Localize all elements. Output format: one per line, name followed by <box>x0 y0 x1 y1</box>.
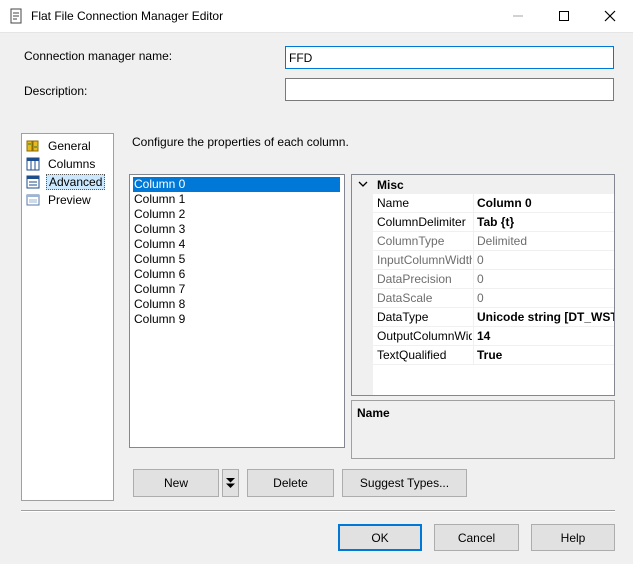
property-value: 0 <box>477 291 484 305</box>
property-value: 0 <box>477 253 484 267</box>
nav-label-preview: Preview <box>48 192 91 207</box>
minimize-button[interactable] <box>495 0 541 32</box>
property-description-title: Name <box>357 406 390 420</box>
cancel-button[interactable]: Cancel <box>434 524 519 551</box>
property-name: OutputColumnWidth <box>377 329 472 343</box>
minimize-icon <box>513 15 523 17</box>
property-value[interactable]: Column 0 <box>477 196 532 210</box>
property-row-outputcolumnwidth[interactable]: OutputColumnWidth 14 <box>373 327 614 346</box>
nav-item-advanced[interactable]: Advanced <box>26 173 106 190</box>
list-item[interactable]: Column 6 <box>133 267 340 282</box>
property-value[interactable]: Tab {t} <box>477 215 514 229</box>
property-category-label: Misc <box>377 178 404 192</box>
close-icon <box>604 10 616 22</box>
title-bar: Flat File Connection Manager Editor <box>0 0 633 33</box>
property-divider <box>473 213 474 232</box>
property-divider <box>473 232 474 251</box>
close-button[interactable] <box>587 0 633 32</box>
property-row-columndelimiter[interactable]: ColumnDelimiter Tab {t} <box>373 213 614 232</box>
page-nav: General Columns Advanced Preview <box>21 133 114 501</box>
property-value[interactable]: Unicode string [DT_WSTR] <box>477 310 614 324</box>
list-item[interactable]: Column 2 <box>133 207 340 222</box>
property-divider <box>473 251 474 270</box>
description-label: Description: <box>24 84 88 98</box>
nav-item-columns[interactable]: Columns <box>26 155 97 172</box>
property-divider <box>473 270 474 289</box>
nav-item-preview[interactable]: Preview <box>26 191 93 208</box>
advanced-icon <box>26 175 40 188</box>
suggest-types-button[interactable]: Suggest Types... <box>342 469 467 497</box>
property-row-datatype[interactable]: DataType Unicode string [DT_WSTR] <box>373 308 614 327</box>
property-name: DataScale <box>377 291 433 305</box>
property-row-textqualified[interactable]: TextQualified True <box>373 346 614 365</box>
footer-separator-highlight <box>21 511 615 512</box>
new-dropdown-button[interactable] <box>222 469 239 497</box>
property-divider <box>473 327 474 346</box>
property-name: ColumnType <box>377 234 445 248</box>
columns-icon <box>26 157 40 170</box>
maximize-button[interactable] <box>541 0 587 32</box>
property-row-name[interactable]: Name Column 0 <box>373 194 614 213</box>
general-icon <box>26 140 39 151</box>
property-name: DataPrecision <box>377 272 452 286</box>
collapse-chevron-icon[interactable] <box>358 179 368 189</box>
property-divider <box>473 194 474 213</box>
list-item[interactable]: Column 3 <box>133 222 340 237</box>
property-name: DataType <box>377 310 429 324</box>
property-divider <box>473 346 474 365</box>
app-icon <box>10 8 22 24</box>
property-name: Name <box>377 196 410 210</box>
connection-name-label: Connection manager name: <box>24 49 173 63</box>
window-title: Flat File Connection Manager Editor <box>31 9 224 23</box>
list-item[interactable]: Column 9 <box>133 312 340 327</box>
property-grid-margin <box>352 194 373 395</box>
property-value[interactable]: True <box>477 348 502 362</box>
property-description-pane: Name <box>351 400 615 459</box>
property-row-datascale: DataScale 0 <box>373 289 614 308</box>
connection-name-input[interactable] <box>285 46 614 69</box>
property-row-dataprecision: DataPrecision 0 <box>373 270 614 289</box>
new-button[interactable]: New <box>133 469 219 497</box>
property-name: InputColumnWidth <box>377 253 472 267</box>
instruction-text: Configure the properties of each column. <box>132 135 349 149</box>
nav-label-advanced: Advanced <box>46 173 106 190</box>
list-item[interactable]: Column 4 <box>133 237 340 252</box>
help-button[interactable]: Help <box>531 524 615 551</box>
list-item[interactable]: Column 8 <box>133 297 340 312</box>
list-item[interactable]: Column 7 <box>133 282 340 297</box>
property-name: ColumnDelimiter <box>377 215 466 229</box>
list-item[interactable]: Column 1 <box>133 192 340 207</box>
delete-button[interactable]: Delete <box>247 469 334 497</box>
double-chevron-down-icon <box>226 478 235 488</box>
property-value: 0 <box>477 272 484 286</box>
maximize-icon <box>559 11 569 21</box>
property-grid[interactable]: Misc Name Column 0 ColumnDelimiter Tab {… <box>351 174 615 396</box>
property-category-header[interactable]: Misc <box>352 175 614 194</box>
property-value[interactable]: 14 <box>477 329 490 343</box>
property-row-columntype: ColumnType Delimited <box>373 232 614 251</box>
nav-item-general[interactable]: General <box>26 137 93 154</box>
property-value: Delimited <box>477 234 528 248</box>
preview-icon <box>26 194 40 205</box>
nav-label-general: General <box>48 138 91 153</box>
list-item[interactable]: Column 5 <box>133 252 340 267</box>
description-input[interactable] <box>285 78 614 101</box>
property-divider <box>473 289 474 308</box>
property-name: TextQualified <box>377 348 447 362</box>
ok-button[interactable]: OK <box>338 524 422 551</box>
list-item[interactable]: Column 0 <box>133 177 340 192</box>
nav-label-columns: Columns <box>48 156 96 171</box>
property-divider <box>473 308 474 327</box>
column-list[interactable]: Column 0 Column 1 Column 2 Column 3 Colu… <box>129 174 345 448</box>
property-row-inputcolumnwidth: InputColumnWidth 0 <box>373 251 614 270</box>
